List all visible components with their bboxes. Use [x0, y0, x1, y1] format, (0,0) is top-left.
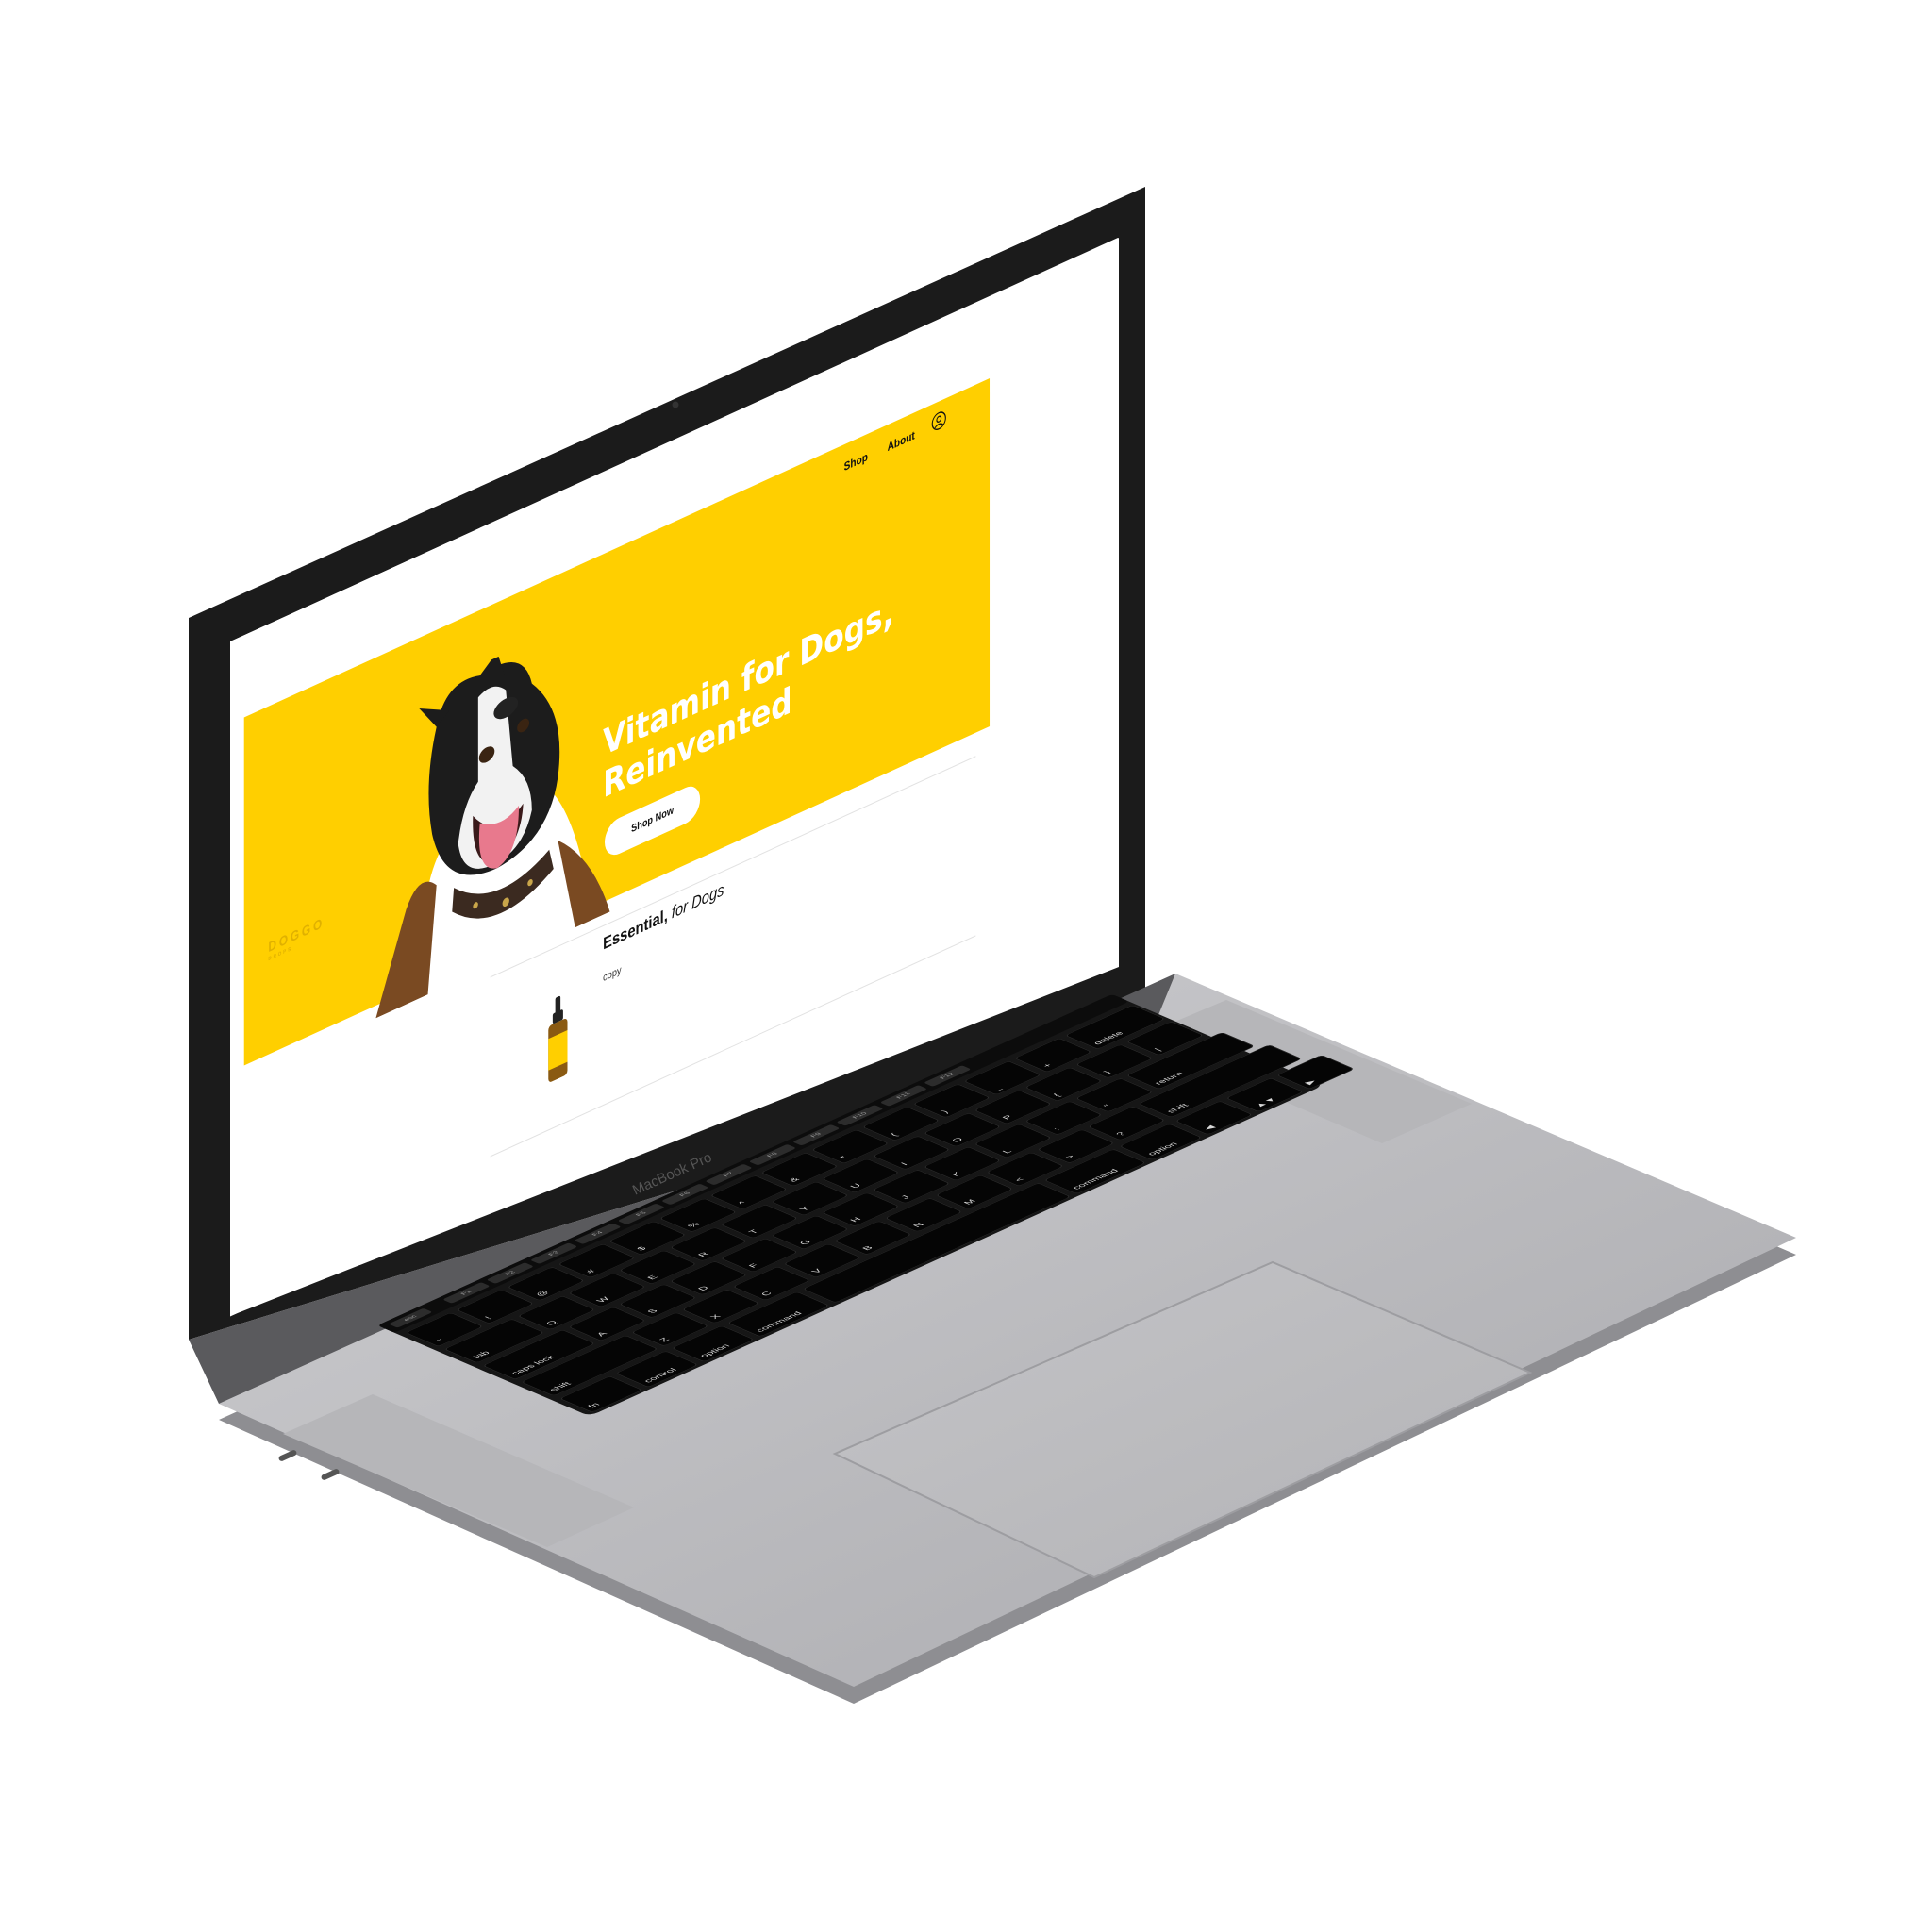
key-label: Y — [797, 1206, 812, 1212]
key-label: % — [686, 1221, 703, 1229]
key-label: ^ — [736, 1200, 750, 1207]
key-label: shift — [547, 1381, 574, 1393]
key-label: P — [1000, 1114, 1016, 1121]
key-label: < — [1012, 1176, 1027, 1183]
key-label: delete — [1091, 1030, 1126, 1046]
product-title-bold: Essential, — [603, 906, 668, 955]
key-label: B — [860, 1244, 875, 1252]
key-label: tab — [470, 1350, 492, 1360]
key-label: } — [1102, 1070, 1114, 1075]
key-label: > — [1063, 1154, 1077, 1160]
key-label: shift — [1165, 1102, 1191, 1115]
key-label: ! — [482, 1315, 494, 1321]
key-label: V — [809, 1268, 824, 1274]
key-label: + — [1041, 1062, 1055, 1069]
key-label: ▲▼ — [1252, 1096, 1280, 1109]
key-label: M — [961, 1198, 978, 1207]
key-label: C — [758, 1291, 774, 1297]
key-label: ? — [1114, 1131, 1128, 1138]
key-label: " — [1102, 1104, 1114, 1109]
key-label: D — [696, 1285, 711, 1292]
key-label: A — [594, 1331, 609, 1338]
key-label: ◀ — [1201, 1124, 1218, 1132]
key-label: ) — [939, 1109, 951, 1115]
key-label: * — [838, 1155, 850, 1160]
camera-icon — [672, 401, 679, 408]
dropper-bottle-image — [548, 995, 568, 1082]
product-title-italic: for Dogs — [671, 880, 724, 924]
key-label: O — [949, 1136, 966, 1144]
key-label: U — [848, 1182, 864, 1190]
key-label: H — [848, 1216, 864, 1224]
key-label: G — [797, 1239, 814, 1246]
key-label: S — [645, 1307, 660, 1315]
key-label: & — [787, 1176, 802, 1184]
usb-c-port — [278, 1450, 297, 1461]
key-label: F — [746, 1262, 761, 1269]
key-label: @ — [533, 1289, 552, 1298]
key-label: X — [708, 1313, 724, 1321]
key-label: ( — [889, 1132, 900, 1138]
key-label: I — [899, 1161, 910, 1167]
key-label: | — [1153, 1047, 1164, 1053]
key-label: W — [594, 1295, 612, 1304]
key-label: L — [1000, 1148, 1014, 1155]
key-label: ~ — [432, 1337, 446, 1343]
key-label: fn — [586, 1402, 603, 1409]
usb-c-port — [321, 1469, 340, 1480]
key-label: J — [899, 1194, 912, 1201]
key-label: T — [746, 1228, 761, 1236]
key-label: _ — [990, 1085, 1004, 1092]
key-label: # — [584, 1268, 598, 1275]
key-label: : — [1051, 1126, 1062, 1132]
key-label: K — [949, 1171, 965, 1178]
key-label: Q — [543, 1319, 560, 1327]
key-label: $ — [635, 1245, 649, 1252]
product-copy: copy — [603, 964, 622, 985]
key-label: E — [645, 1274, 660, 1281]
key-label: N — [911, 1222, 926, 1229]
key-label: Z — [658, 1337, 673, 1343]
key-label: ▶ — [1303, 1078, 1319, 1086]
key-label: { — [1051, 1092, 1063, 1098]
key-label: R — [696, 1251, 711, 1258]
